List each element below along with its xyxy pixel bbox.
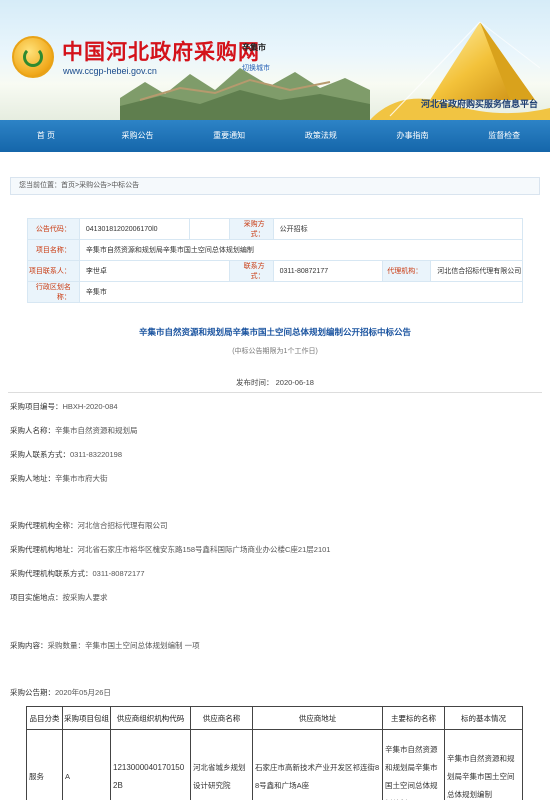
phone-label: 联系方式： [228, 260, 274, 282]
region-label: 行政区划名称： [27, 281, 80, 303]
detail-purchaser-name: 采购人名称：辛集市自然资源和规划局 [10, 426, 138, 435]
main-nav: 首 页 采购公告 重要通知 政策法规 办事指南 监督检查 [0, 120, 550, 152]
current-city: 辛集市 [242, 43, 266, 52]
nav-important-notices[interactable]: 重要通知 [183, 120, 275, 152]
header-banner: 中国河北政府采购网 www.ccgp-hebei.gov.cn 辛集市 切换城市… [0, 0, 550, 120]
supplier-table: 品目分类 采购项目包组 供应商组织机构代码 供应商名称 供应商地址 主要标的名称… [26, 706, 523, 800]
site-logo-icon[interactable] [12, 36, 54, 78]
table-cell: 河北省城乡规划设计研究院 [190, 729, 253, 800]
nav-home[interactable]: 首 页 [0, 120, 92, 152]
detail-purchaser-phone: 采购人联系方式：0311-83220198 [10, 450, 122, 459]
notice-code-label: 公告代码： [27, 218, 80, 240]
platform-title[interactable]: 河北省政府购买服务信息平台 [421, 97, 538, 110]
column-header: 供应商名称 [190, 706, 253, 730]
contact-person: 李世卓 [78, 260, 230, 282]
detail-project-code: 采购项目编号：HBXH-2020-084 [10, 402, 118, 411]
notice-title: 辛集市自然资源和规划局辛集市国土空间总体规划编制公开招标中标公告 [138, 327, 411, 337]
publish-time: 发布时间： 2020-06-18 [236, 378, 314, 387]
site-title[interactable]: 中国河北政府采购网 [62, 36, 260, 66]
contact-label: 项目联系人： [27, 260, 80, 282]
column-header: 标的基本情况 [444, 706, 523, 730]
breadcrumb-prefix: 您当前位置： [19, 182, 61, 189]
table-cell: A [62, 729, 111, 800]
project-name-label: 项目名称： [27, 239, 80, 261]
contact-phone: 0311-80872177 [272, 260, 384, 282]
agency-name: 河北信合招标代理有限公司 [430, 260, 523, 282]
nav-procurement-notices[interactable]: 采购公告 [92, 120, 184, 152]
table-cell: 12130000401701502B [110, 729, 191, 800]
breadcrumb-home[interactable]: 首页 [61, 182, 75, 189]
table-header-row: 品目分类 采购项目包组 供应商组织机构代码 供应商名称 供应商地址 主要标的名称… [26, 706, 523, 730]
detail-implementation-site: 项目实施地点：按采购人要求 [10, 593, 108, 602]
method-label: 采购方式： [228, 218, 274, 240]
column-header: 主要标的名称 [382, 706, 445, 730]
detail-agency-address: 采购代理机构地址：河北省石家庄市裕华区槐安东路158号鑫科国际广场商业办公楼C座… [10, 545, 331, 554]
table-cell: 辛集市自然资源和规划局辛集市国土空间总体规划编制 [382, 729, 445, 800]
table-cell: 服务 [26, 729, 63, 800]
site-url: www.ccgp-hebei.gov.cn [63, 66, 157, 76]
detail-agency-phone: 采购代理机构联系方式：0311-80872177 [10, 569, 145, 578]
detail-purchaser-address: 采购人地址：辛集市市府大街 [10, 474, 108, 483]
breadcrumb-notices[interactable]: 采购公告 [79, 182, 107, 189]
project-name: 辛集市自然资源和规划局辛集市国土空间总体规划编制 [78, 239, 524, 261]
table-cell: 石家庄市高新技术产业开发区祁连街88号鑫和广场A座 [252, 729, 383, 800]
notice-info-table: 公告代码： 04130181202006170l0 采购方式： 公开招标 项目名… [27, 218, 524, 303]
breadcrumb-award[interactable]: 中标公告 [111, 182, 139, 189]
nav-guide[interactable]: 办事指南 [367, 120, 459, 152]
detail-announcement-period: 采购公告期：2020年05月26日 [10, 688, 111, 697]
column-header: 采购项目包组 [62, 706, 111, 730]
nav-supervision[interactable]: 监督检查 [458, 120, 550, 152]
procurement-method: 公开招标 [272, 218, 524, 240]
notice-subtitle: (中标公告期限为1个工作日) [232, 348, 318, 355]
switch-city-link[interactable]: 切换城市 [242, 63, 270, 73]
nav-policies[interactable]: 政策法规 [275, 120, 367, 152]
detail-agency-name: 采购代理机构全称：河北信合招标代理有限公司 [10, 521, 168, 530]
notice-code: 04130181202006170l0 [78, 218, 190, 240]
column-header: 供应商地址 [252, 706, 383, 730]
breadcrumb: 您当前位置：首页>采购公告>中标公告 [10, 177, 540, 195]
table-row: 服务 A 12130000401701502B 河北省城乡规划设计研究院 石家庄… [26, 729, 523, 800]
agency-label: 代理机构： [382, 260, 432, 282]
column-header: 品目分类 [26, 706, 63, 730]
region-name: 辛集市 [78, 281, 524, 303]
detail-procurement-content: 采购内容：采购数量：辛集市国土空间总体规划编制 一项 [10, 641, 200, 650]
column-header: 供应商组织机构代码 [110, 706, 191, 730]
divider [8, 392, 542, 393]
table-cell: 辛集市自然资源和规划局辛集市国土空间总体规划编制 [444, 729, 523, 800]
